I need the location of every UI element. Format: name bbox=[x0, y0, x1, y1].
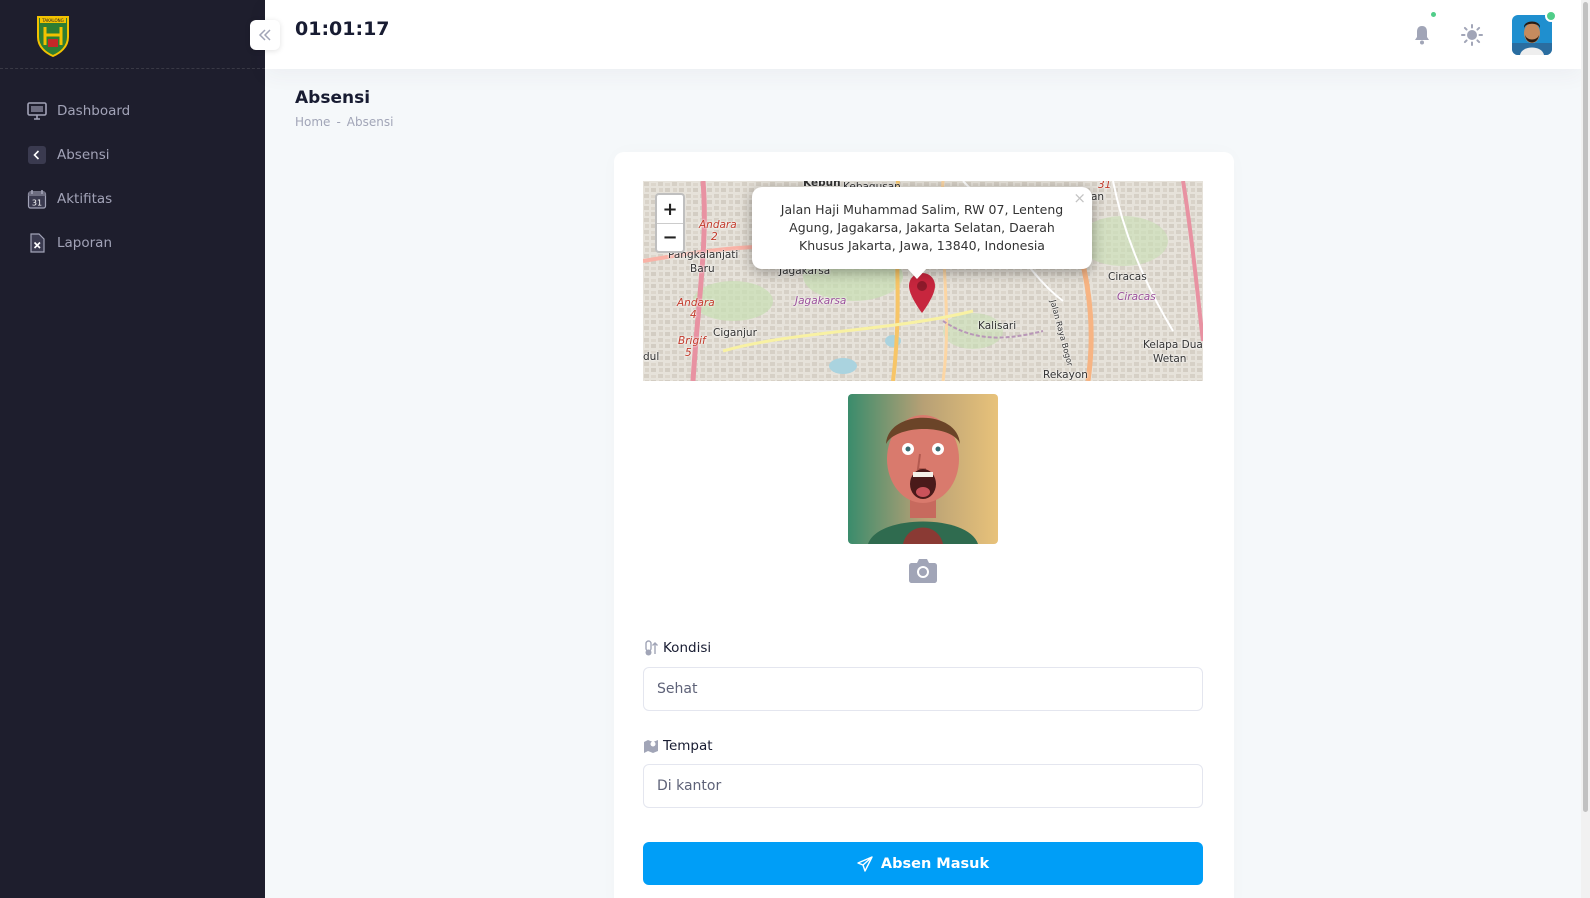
online-status-dot bbox=[1545, 10, 1557, 22]
notification-dot bbox=[1431, 12, 1436, 17]
sidebar-item-aktifitas[interactable]: 31 Aktifitas bbox=[0, 177, 265, 221]
calendar-day: 31 bbox=[32, 199, 42, 208]
sidebar-logo-area: TAKALONG bbox=[0, 0, 265, 69]
camera-icon[interactable] bbox=[908, 556, 938, 584]
map-label: Jagakarsa bbox=[795, 295, 847, 307]
map-label: 4 bbox=[690, 309, 697, 321]
sidebar-menu: Dashboard Absensi 31 Aktifitas Laporan bbox=[0, 69, 265, 265]
clock: 01:01:17 bbox=[295, 18, 390, 40]
kondisi-input[interactable] bbox=[643, 667, 1203, 711]
sun-icon[interactable] bbox=[1457, 20, 1487, 50]
tempat-label-text: Tempat bbox=[663, 738, 713, 754]
map-label: Ciracas bbox=[1108, 271, 1147, 283]
map-label: Wetan bbox=[1153, 353, 1187, 365]
popup-tip bbox=[906, 267, 928, 279]
page-title: Absensi bbox=[295, 88, 371, 108]
map-label: Ciracas bbox=[1117, 291, 1156, 303]
calendar-icon: 31 bbox=[27, 189, 47, 209]
map-label: Andara bbox=[677, 297, 715, 309]
map-label: Ciganjur bbox=[713, 327, 757, 339]
tempat-label: Tempat bbox=[643, 738, 713, 754]
popup-close-button[interactable]: × bbox=[1073, 189, 1086, 207]
sidebar-toggle-button[interactable] bbox=[250, 20, 280, 50]
map-label: dul bbox=[643, 351, 660, 363]
file-x-icon bbox=[27, 233, 47, 253]
sidebar-item-label: Aktifitas bbox=[57, 191, 113, 207]
double-chevron-left-icon bbox=[258, 29, 271, 41]
map-label: Rekayon bbox=[1043, 369, 1088, 381]
map-label: Andara bbox=[699, 219, 737, 231]
map-label: an bbox=[1091, 191, 1105, 203]
breadcrumb: Home - Absensi bbox=[295, 115, 393, 129]
selfie-photo bbox=[848, 394, 998, 544]
monitor-icon bbox=[27, 101, 47, 121]
absen-masuk-button[interactable]: Absen Masuk bbox=[643, 842, 1203, 885]
map-label: Baru bbox=[690, 263, 715, 275]
page-scrollbar[interactable] bbox=[1581, 0, 1590, 898]
map-label: Brigif bbox=[678, 335, 706, 347]
logo-text: TAKALONG bbox=[41, 18, 63, 23]
kondisi-label-text: Kondisi bbox=[663, 640, 712, 656]
sidebar-item-dashboard[interactable]: Dashboard bbox=[0, 89, 265, 133]
map-label: 2 bbox=[711, 231, 718, 243]
top-header: 01:01:17 bbox=[265, 0, 1581, 69]
map-zoom-control: + − bbox=[655, 193, 685, 253]
breadcrumb-separator: - bbox=[336, 115, 341, 129]
map-pin-icon bbox=[644, 740, 658, 753]
map-popup: × Jalan Haji Muhammad Salim, RW 07, Lent… bbox=[752, 187, 1092, 269]
absen-masuk-label: Absen Masuk bbox=[880, 855, 990, 872]
map-marker-icon[interactable] bbox=[908, 273, 936, 313]
zoom-in-button[interactable]: + bbox=[657, 195, 683, 223]
sidebar-item-label: Absensi bbox=[57, 147, 110, 163]
scrollbar-thumb[interactable] bbox=[1583, 2, 1588, 812]
app-logo[interactable]: TAKALONG bbox=[36, 13, 70, 57]
user-avatar[interactable] bbox=[1512, 15, 1552, 55]
chevron-left-icon bbox=[27, 145, 47, 165]
sidebar-item-absensi[interactable]: Absensi bbox=[0, 133, 265, 177]
location-map[interactable]: Kebun Kebagusan 31 an Andara 2 Pangkalan… bbox=[643, 181, 1203, 381]
sidebar: TAKALONG Dashboard Absensi 31 Aktifitas bbox=[0, 0, 265, 898]
map-label: Kelapa Dua bbox=[1143, 339, 1203, 351]
map-label: Kalisari bbox=[978, 320, 1017, 332]
sidebar-item-label: Laporan bbox=[57, 235, 113, 251]
kondisi-label: Kondisi bbox=[643, 640, 711, 656]
attendance-card: Kebun Kebagusan 31 an Andara 2 Pangkalan… bbox=[614, 152, 1234, 898]
tempat-input[interactable] bbox=[643, 764, 1203, 808]
sidebar-item-label: Dashboard bbox=[57, 103, 131, 119]
popup-address: Jalan Haji Muhammad Salim, RW 07, Lenten… bbox=[780, 202, 1064, 253]
bell-icon[interactable] bbox=[1407, 20, 1437, 50]
thermometer-icon bbox=[645, 640, 658, 656]
breadcrumb-current: Absensi bbox=[346, 115, 394, 129]
map-label: 31 bbox=[1098, 181, 1112, 191]
send-icon bbox=[857, 855, 873, 872]
sidebar-item-laporan[interactable]: Laporan bbox=[0, 221, 265, 265]
map-label: 5 bbox=[685, 347, 692, 359]
breadcrumb-home[interactable]: Home bbox=[295, 115, 330, 129]
zoom-out-button[interactable]: − bbox=[657, 223, 683, 251]
